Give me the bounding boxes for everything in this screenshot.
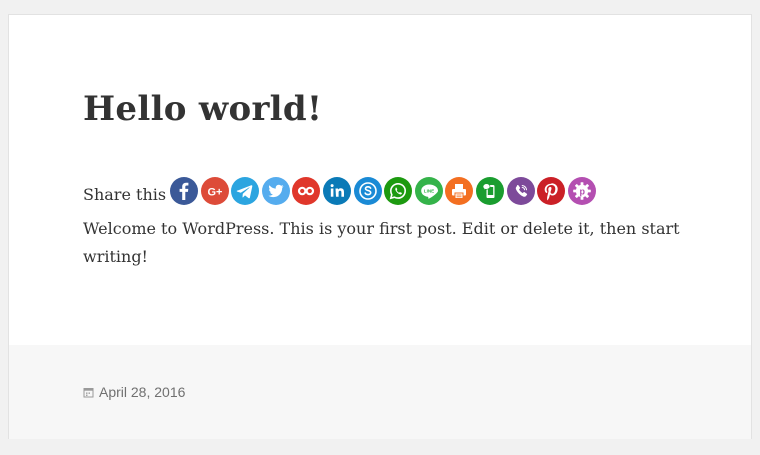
telegram-icon bbox=[236, 185, 253, 199]
skype-icon bbox=[358, 182, 377, 200]
linkedin-icon bbox=[330, 184, 345, 197]
share-whatsapp-button[interactable] bbox=[384, 177, 413, 205]
pinterest-icon bbox=[544, 183, 558, 201]
share-print-button[interactable] bbox=[445, 177, 474, 205]
share-viber-button[interactable] bbox=[506, 177, 535, 205]
share-line-it-button[interactable] bbox=[476, 177, 505, 205]
post-card: Hello world! Share this G+ LINE p Welcom… bbox=[8, 14, 752, 439]
share-label: Share this bbox=[83, 184, 167, 204]
share-pinterest-button[interactable] bbox=[537, 177, 566, 205]
share-more-button[interactable]: p bbox=[567, 177, 596, 205]
calendar-icon bbox=[83, 387, 94, 397]
share-twitter-button[interactable] bbox=[261, 177, 290, 205]
share-linkedin-button[interactable] bbox=[323, 177, 352, 205]
share-bar: Share this G+ LINE p bbox=[83, 176, 596, 206]
share-telegram-button[interactable] bbox=[231, 177, 260, 205]
print-icon bbox=[452, 184, 467, 199]
share-facebook-button[interactable] bbox=[170, 177, 199, 205]
share-icons: G+ LINE p bbox=[170, 177, 596, 205]
post-footer: April 28, 2016 bbox=[9, 345, 751, 439]
post-title: Hello world! bbox=[83, 89, 323, 129]
share-skype-button[interactable] bbox=[353, 177, 382, 205]
share-flickr-button[interactable] bbox=[292, 177, 321, 205]
line-icon: LINE bbox=[421, 184, 438, 199]
svg-text:LINE: LINE bbox=[424, 188, 434, 193]
post-content: Welcome to WordPress. This is your first… bbox=[83, 219, 680, 266]
post-date-link[interactable]: April 28, 2016 bbox=[83, 384, 185, 400]
line-it-icon bbox=[482, 183, 495, 198]
google-plus-icon: G+ bbox=[207, 187, 222, 199]
svg-text:G+: G+ bbox=[207, 187, 222, 199]
facebook-icon bbox=[179, 182, 189, 200]
more-icon: p bbox=[572, 182, 591, 200]
share-google-plus-button[interactable]: G+ bbox=[200, 177, 229, 205]
svg-text:p: p bbox=[579, 186, 585, 196]
whatsapp-icon bbox=[389, 182, 407, 200]
flickr-icon bbox=[298, 186, 315, 196]
twitter-icon bbox=[268, 184, 284, 198]
viber-icon bbox=[515, 184, 527, 197]
share-line-button[interactable]: LINE bbox=[414, 177, 443, 205]
post-date: April 28, 2016 bbox=[99, 384, 186, 400]
